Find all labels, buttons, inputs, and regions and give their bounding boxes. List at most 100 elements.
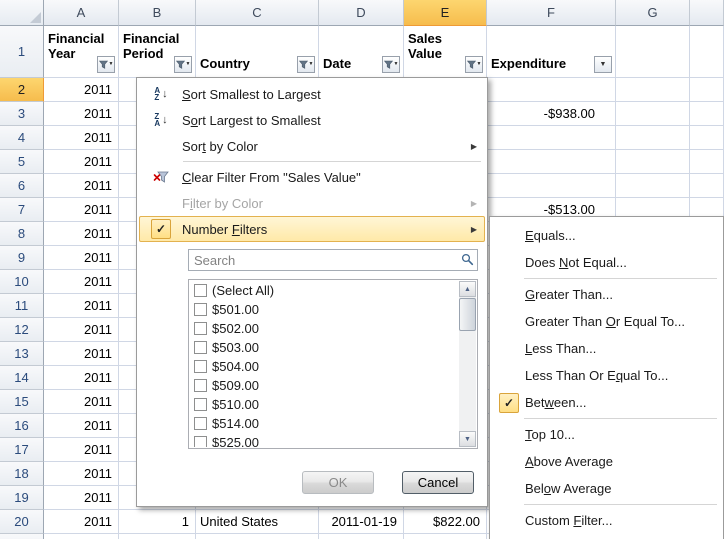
filter-value[interactable]: $501.00	[190, 300, 459, 319]
menu-item-sort-by-color[interactable]: Sort by Color ▶	[139, 133, 485, 159]
row-number[interactable]: 17	[0, 438, 44, 462]
cell[interactable]	[616, 26, 690, 78]
submenu-item-less-than[interactable]: Less Than...	[492, 335, 721, 362]
submenu-item-greater-than[interactable]: Greater Than...	[492, 281, 721, 308]
cell[interactable]: 2011	[44, 486, 119, 510]
cell[interactable]	[616, 126, 690, 150]
filter-button-date[interactable]: ▼	[382, 56, 400, 73]
header-cell-country[interactable]: Country ▼	[196, 26, 319, 78]
row-number[interactable]: 5	[0, 150, 44, 174]
row-number[interactable]: 13	[0, 342, 44, 366]
column-header-a[interactable]: A	[44, 0, 119, 26]
select-all-corner[interactable]	[0, 0, 44, 26]
filter-value[interactable]: $502.00	[190, 319, 459, 338]
cell[interactable]	[119, 534, 196, 539]
checkbox[interactable]	[194, 398, 207, 411]
cell[interactable]	[690, 150, 724, 174]
cell[interactable]	[487, 150, 616, 174]
filter-value[interactable]: $503.00	[190, 338, 459, 357]
header-cell-date[interactable]: Date ▼	[319, 26, 404, 78]
cell[interactable]	[690, 26, 724, 78]
submenu-item-between[interactable]: ✓Between...	[492, 389, 721, 416]
filter-value[interactable]: $510.00	[190, 395, 459, 414]
row-number[interactable]: 9	[0, 246, 44, 270]
cell[interactable]	[690, 102, 724, 126]
column-header-b[interactable]: B	[119, 0, 196, 26]
cell[interactable]: 2011	[44, 198, 119, 222]
row-number[interactable]: 3	[0, 102, 44, 126]
column-header-d[interactable]: D	[319, 0, 404, 26]
cell[interactable]	[487, 78, 616, 102]
column-header-c[interactable]: C	[196, 0, 319, 26]
submenu-item-top-10[interactable]: Top 10...	[492, 421, 721, 448]
row-number[interactable]: 14	[0, 366, 44, 390]
menu-item-clear-filter[interactable]: Clear Filter From "Sales Value"	[139, 164, 485, 190]
header-cell-financial-year[interactable]: Financial Year ▼	[44, 26, 119, 78]
cell[interactable]	[487, 126, 616, 150]
cell[interactable]: 2011	[44, 414, 119, 438]
header-cell-financial-period[interactable]: Financial Period ▼	[119, 26, 196, 78]
filter-value-select-all[interactable]: (Select All)	[190, 281, 459, 300]
filter-button-financial-period[interactable]: ▼	[174, 56, 192, 73]
filter-button-financial-year[interactable]: ▼	[97, 56, 115, 73]
cell[interactable]: 2011	[44, 270, 119, 294]
cell[interactable]: 1	[119, 510, 196, 534]
row-number[interactable]: 20	[0, 510, 44, 534]
cell[interactable]: 2011	[44, 126, 119, 150]
checkbox[interactable]	[194, 322, 207, 335]
row-number[interactable]: 1	[0, 26, 44, 78]
search-input[interactable]	[188, 249, 478, 271]
cell[interactable]	[616, 174, 690, 198]
filter-value[interactable]: $509.00	[190, 376, 459, 395]
cell[interactable]: 2011	[44, 102, 119, 126]
search-icon[interactable]	[461, 253, 474, 269]
cell[interactable]	[404, 534, 487, 539]
cell[interactable]: 2011	[44, 318, 119, 342]
row-number[interactable]: 11	[0, 294, 44, 318]
row-number[interactable]: 12	[0, 318, 44, 342]
cell[interactable]: 2011	[44, 246, 119, 270]
checkbox[interactable]	[194, 379, 207, 392]
menu-item-number-filters[interactable]: ✓ Number Filters ▶	[139, 216, 485, 242]
cancel-button[interactable]: Cancel	[402, 471, 474, 494]
filter-value[interactable]: $514.00	[190, 414, 459, 433]
column-header-f[interactable]: F	[487, 0, 616, 26]
ok-button[interactable]: OK	[302, 471, 374, 494]
cell[interactable]: 2011	[44, 78, 119, 102]
submenu-item-equals[interactable]: Equals...	[492, 222, 721, 249]
cell[interactable]	[616, 150, 690, 174]
cell[interactable]: United States	[196, 510, 319, 534]
cell[interactable]	[690, 126, 724, 150]
checkbox[interactable]	[194, 417, 207, 430]
cell[interactable]: 2011	[44, 438, 119, 462]
scrollbar-thumb[interactable]	[459, 298, 476, 331]
column-header-e-selected[interactable]: E	[404, 0, 487, 26]
cell[interactable]	[616, 78, 690, 102]
scrollbar[interactable]: ▲ ▼	[459, 281, 476, 447]
scroll-up-button[interactable]: ▲	[459, 281, 476, 297]
row-number[interactable]: 18	[0, 462, 44, 486]
cell[interactable]: 2011	[44, 150, 119, 174]
cell[interactable]: 2011	[44, 366, 119, 390]
cell[interactable]	[616, 102, 690, 126]
cell[interactable]: -$938.00	[487, 102, 616, 126]
column-header-g[interactable]: G	[616, 0, 690, 26]
cell[interactable]	[44, 534, 119, 539]
cell[interactable]: 2011	[44, 222, 119, 246]
filter-button-country[interactable]: ▼	[297, 56, 315, 73]
row-number[interactable]: 19	[0, 486, 44, 510]
submenu-item-does-not-equal[interactable]: Does Not Equal...	[492, 249, 721, 276]
cell[interactable]: 2011	[44, 510, 119, 534]
cell[interactable]	[196, 534, 319, 539]
cell[interactable]	[690, 78, 724, 102]
row-number[interactable]: 7	[0, 198, 44, 222]
row-number[interactable]: 15	[0, 390, 44, 414]
cell[interactable]: 2011	[44, 390, 119, 414]
row-number[interactable]: 10	[0, 270, 44, 294]
header-cell-expenditure[interactable]: Expenditure ▼	[487, 26, 616, 78]
column-header-partial[interactable]	[690, 0, 724, 26]
row-number[interactable]: 8	[0, 222, 44, 246]
row-number[interactable]: 6	[0, 174, 44, 198]
row-number[interactable]	[0, 534, 44, 539]
filter-button-sales-value[interactable]: ▼	[465, 56, 483, 73]
